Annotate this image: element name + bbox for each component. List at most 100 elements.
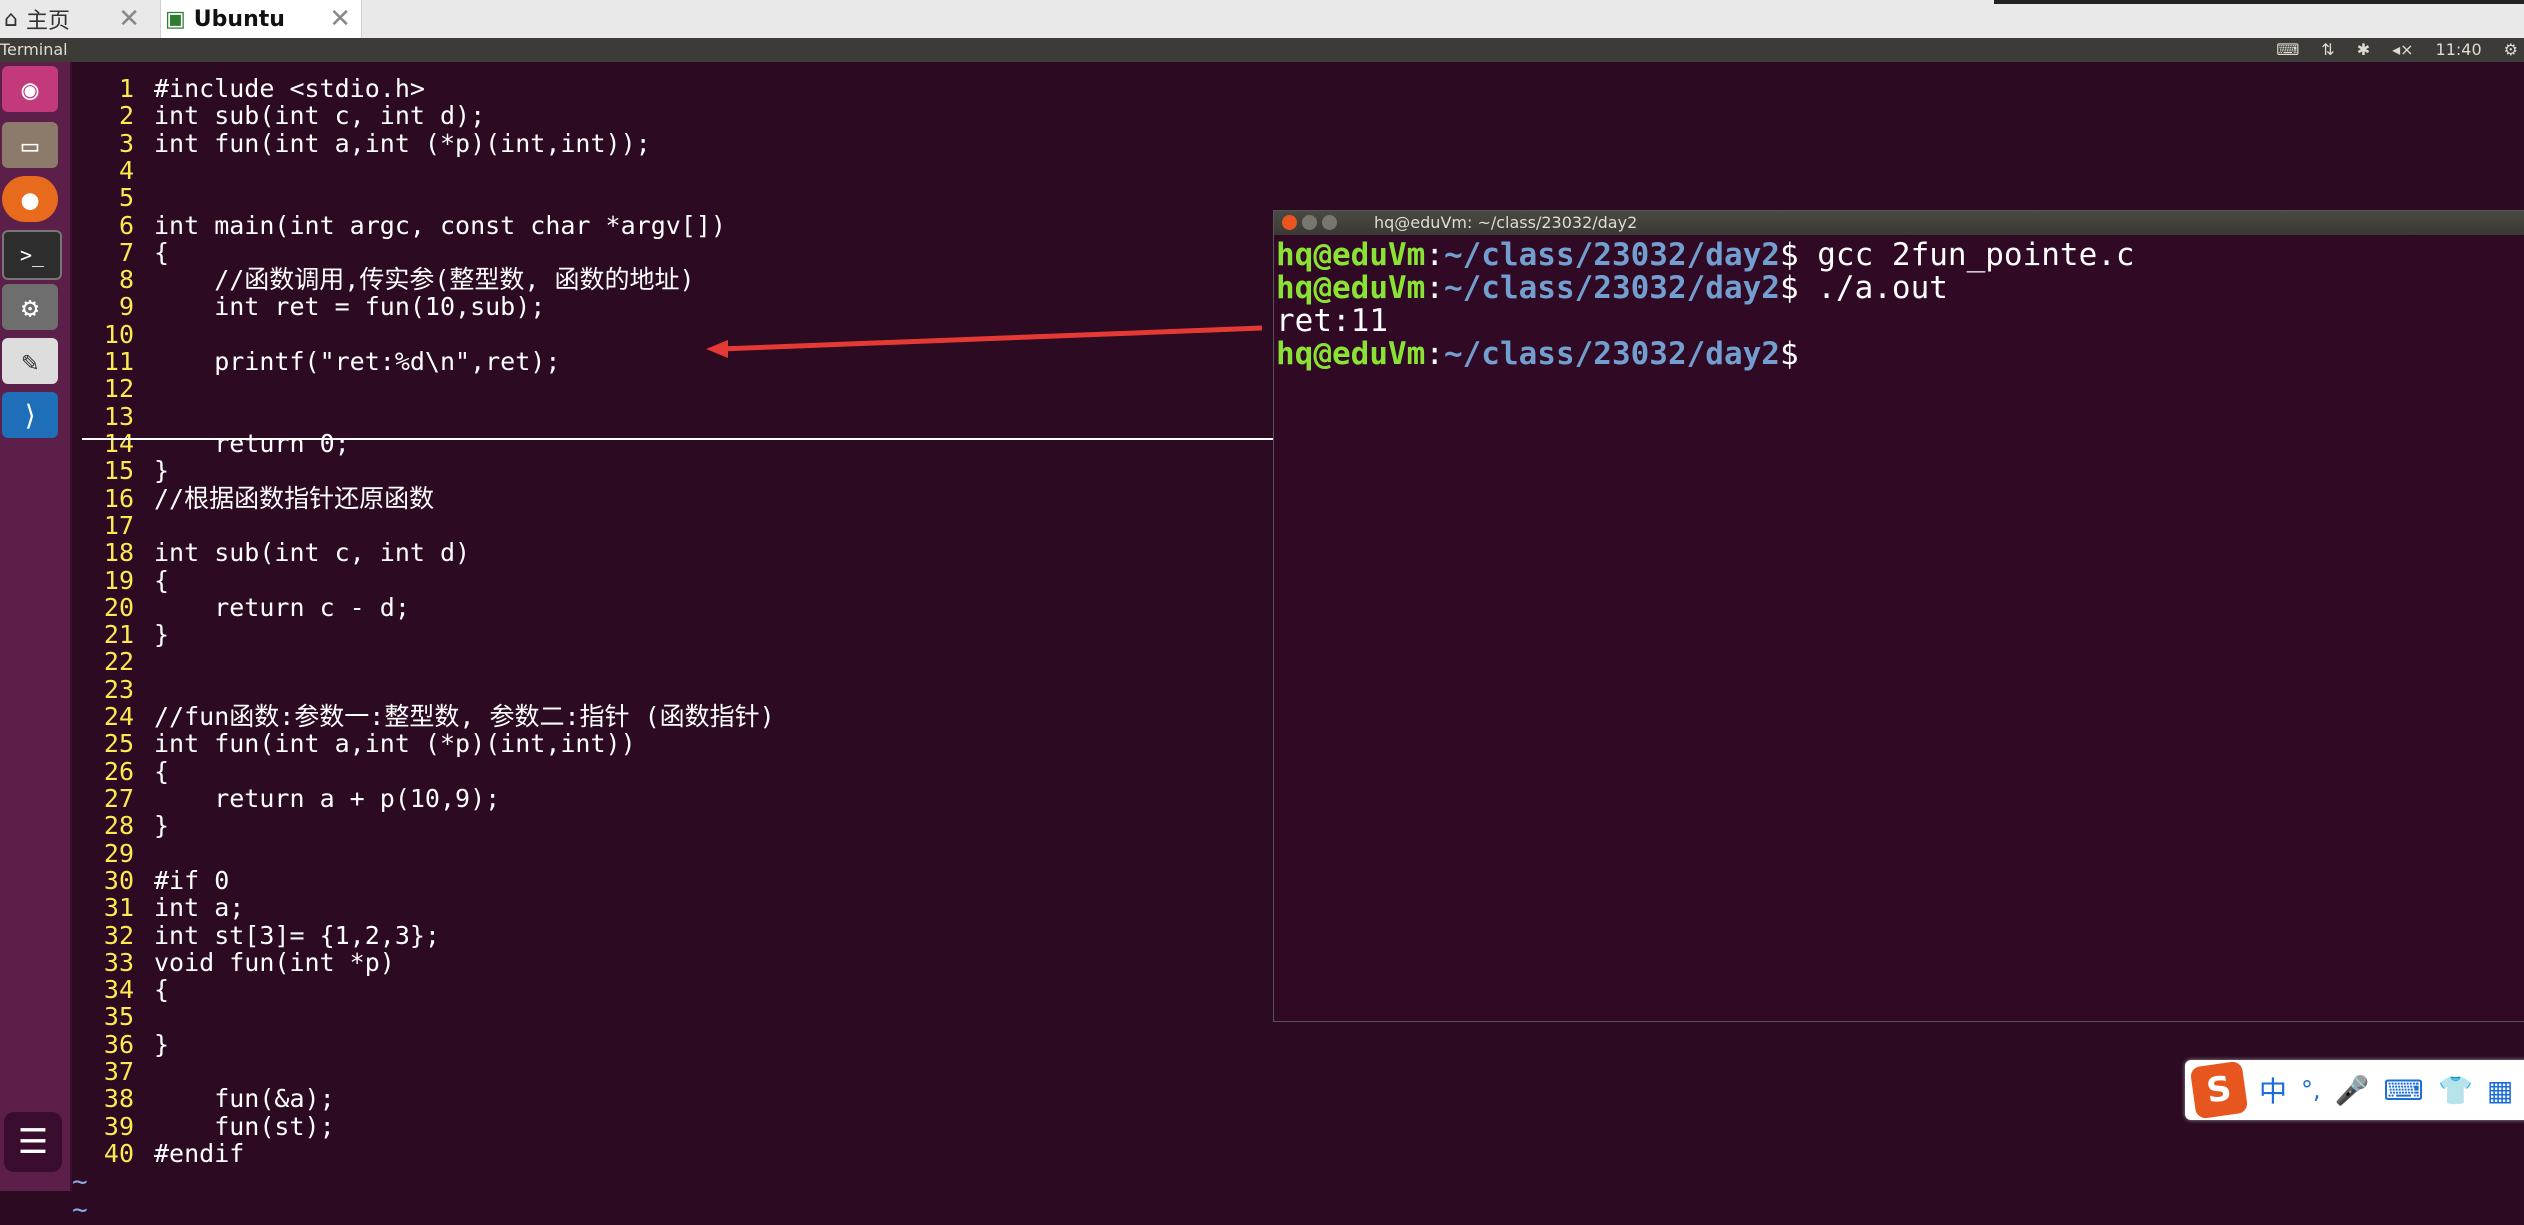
terminal-window[interactable]: hq@eduVm: ~/class/23032/day2 hq@eduVm:~/… — [1273, 210, 2524, 1022]
line-text: //fun函数:参数一:整型数, 参数二:指针 (函数指针) — [154, 702, 775, 732]
line-text: fun(st); — [154, 1111, 335, 1141]
firefox-icon[interactable]: ● — [2, 176, 58, 222]
skin-icon[interactable]: 👕 — [2438, 1074, 2473, 1107]
files-icon[interactable]: ▭ — [2, 122, 58, 168]
line-text: { — [154, 756, 170, 786]
prompt-path: ~/class/23032/day2 — [1443, 270, 1780, 306]
prompt-path: ~/class/23032/day2 — [1443, 237, 1780, 273]
prompt-colon: : — [1425, 336, 1444, 372]
tab-home[interactable]: ⌂ 主页 ✕ — [0, 0, 150, 38]
prompt-colon: : — [1425, 270, 1444, 306]
terminal-titlebar[interactable]: hq@eduVm: ~/class/23032/day2 — [1274, 211, 2524, 235]
keyboard-icon[interactable]: ⌨ — [2384, 1074, 2424, 1107]
bluetooth-icon[interactable]: ✱ — [2357, 40, 2370, 59]
line-number: 4 — [118, 155, 134, 185]
line-number: 31 — [103, 893, 134, 923]
close-icon[interactable]: ✕ — [118, 4, 140, 34]
text-editor-icon[interactable]: ✎ — [2, 338, 58, 384]
line-text: #endif — [154, 1139, 245, 1168]
line-number: 24 — [103, 702, 134, 732]
tab-ubuntu[interactable]: ▣ Ubuntu ✕ — [160, 0, 362, 38]
line-text: { — [154, 237, 170, 267]
ime-mode[interactable]: 中 — [2259, 1070, 2287, 1110]
menu-icon[interactable]: ☰ — [4, 1112, 62, 1172]
prompt-symbol: $ — [1779, 336, 1799, 372]
line-number: 11 — [103, 347, 134, 377]
tabbar-edge — [1994, 0, 2524, 4]
code-line: 8 //函数调用,传实参(整型数, 函数的地址) — [72, 266, 695, 293]
clock[interactable]: 11:40 — [2436, 40, 2482, 59]
code-line: 23 — [72, 676, 154, 703]
code-line: 26 { — [72, 758, 169, 785]
line-number: 30 — [103, 865, 134, 895]
line-number: 37 — [103, 1057, 134, 1087]
line-text: int a; — [154, 893, 245, 923]
vscode-icon[interactable]: ⟩ — [2, 392, 58, 438]
panel-app-title: Terminal — [0, 40, 68, 59]
close-window-button[interactable] — [1282, 215, 1297, 230]
line-number: 38 — [103, 1084, 134, 1114]
line-number: 15 — [103, 456, 134, 486]
line-text: } — [154, 620, 170, 650]
vim-editor[interactable]: 1 #include <stdio.h> 2 int sub(int c, int d… — [72, 62, 1272, 1225]
code-line: 4 — [72, 157, 154, 184]
dash-icon[interactable]: ◉ — [2, 66, 58, 112]
ime-punct[interactable]: °, — [2301, 1076, 2321, 1104]
line-number: 20 — [103, 592, 134, 622]
code-line: 35 — [72, 1003, 154, 1030]
line-text: { — [154, 975, 170, 1005]
code-line: 1 #include <stdio.h> — [72, 75, 425, 102]
code-line: 28} — [72, 812, 169, 839]
line-text: //函数调用,传实参(整型数, 函数的地址) — [154, 265, 695, 295]
close-icon[interactable]: ✕ — [329, 4, 351, 34]
code-line: 29 — [72, 840, 154, 867]
terminal-output[interactable]: hq@eduVm:~/class/23032/day2$ gcc 2fun_po… — [1276, 239, 2135, 371]
line-text: int fun(int a,int (*p)(int,int)) — [154, 729, 636, 759]
code-line: 24 //fun函数:参数一:整型数, 参数二:指针 (函数指针) — [72, 703, 775, 730]
code-line: 3 int fun(int a,int (*p)(int,int)); — [72, 130, 651, 157]
code-line: 17 — [72, 512, 154, 539]
volume-icon[interactable]: ◂× — [2392, 40, 2413, 59]
code-line: 19 { — [72, 567, 169, 594]
toolbox-icon[interactable]: ▦ — [2487, 1074, 2513, 1107]
code-line: 20 return c - d; — [72, 594, 410, 621]
tab-home-label: 主页 — [25, 9, 70, 34]
line-number: 26 — [103, 756, 134, 786]
code-line: 32 int st[3]= {1,2,3}; — [72, 922, 440, 949]
line-number: 22 — [103, 647, 134, 677]
line-number: 25 — [103, 729, 134, 759]
code-line: 6 int main(int argc, const char *argv[]) — [72, 212, 726, 239]
cursor-line — [82, 438, 1282, 440]
line-number: 5 — [118, 183, 134, 213]
code-line: 14 return 0; — [72, 430, 350, 457]
line-number: 17 — [103, 510, 134, 540]
line-number: 27 — [103, 784, 134, 813]
top-panel: Terminal ⌨ ⇅ ✱ ◂× 11:40 ⚙ — [0, 38, 2524, 62]
minimize-window-button[interactable] — [1302, 215, 1317, 230]
code-line: 16 //根据函数指针还原函数 — [72, 485, 434, 512]
line-text: #include <stdio.h> — [154, 74, 425, 103]
terminal-icon[interactable]: >_ — [2, 230, 62, 280]
code-line: 2 int sub(int c, int d); — [72, 102, 485, 129]
keyboard-icon[interactable]: ⌨ — [2276, 40, 2299, 59]
settings-icon[interactable]: ⚙ — [2, 284, 58, 330]
line-number: 13 — [103, 401, 134, 431]
maximize-window-button[interactable] — [1322, 215, 1337, 230]
ime-toolbar[interactable]: S 中 °, 🎤 ⌨ 👕 ▦ — [2185, 1060, 2524, 1120]
sogou-logo[interactable]: S — [2189, 1060, 2249, 1120]
line-number: 35 — [103, 1002, 134, 1032]
code-line: 25 int fun(int a,int (*p)(int,int)) — [72, 730, 636, 757]
network-icon[interactable]: ⇅ — [2321, 40, 2334, 59]
code-line: 18 int sub(int c, int d) — [72, 539, 470, 566]
line-number: 1 — [118, 74, 134, 103]
gear-icon[interactable]: ⚙ — [2504, 40, 2518, 59]
vm-icon: ▣ — [165, 6, 186, 32]
line-text: return 0; — [154, 429, 350, 458]
command-text: ./a.out — [1798, 270, 1948, 306]
line-number: 36 — [103, 1029, 134, 1059]
line-number: 10 — [103, 319, 134, 349]
line-number: 18 — [103, 538, 134, 568]
line-text: } — [154, 811, 170, 841]
code-line: 38 fun(&a); — [72, 1085, 335, 1112]
microphone-icon[interactable]: 🎤 — [2335, 1074, 2370, 1107]
